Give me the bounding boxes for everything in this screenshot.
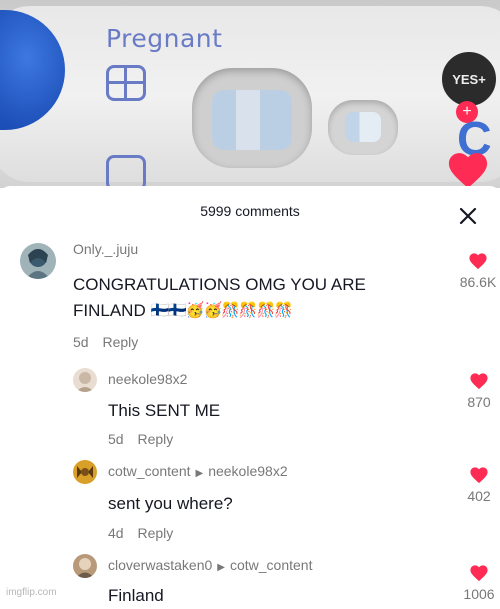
like-button[interactable]: 1006 xyxy=(449,564,500,602)
comment-emojis: 🇫🇮🇫🇮🥳🥳🎊🎊🎊🎊 xyxy=(150,302,292,319)
like-count: 402 xyxy=(467,488,491,504)
comment-text-line1: CONGRATULATIONS OMG YOU ARE xyxy=(73,275,366,294)
result-window xyxy=(192,68,312,168)
comments-count-title: 5999 comments xyxy=(200,203,300,219)
like-heart-icon[interactable] xyxy=(446,150,490,188)
heart-icon xyxy=(470,373,488,390)
video-background: Pregnant YES+ + C xyxy=(0,0,500,188)
comment-text-word: FINLAND xyxy=(73,301,146,320)
reply-to-user[interactable]: neekole98x2 xyxy=(208,463,287,479)
reply-to-user[interactable]: cotw_content xyxy=(230,557,313,573)
like-count: 1006 xyxy=(463,586,495,602)
avatar[interactable] xyxy=(20,243,56,279)
comment-meta: 5d Reply xyxy=(73,334,138,350)
comment-age: 5d xyxy=(73,334,89,350)
reply-button[interactable]: Reply xyxy=(137,525,173,541)
minus-symbol-icon xyxy=(106,155,146,188)
avatar[interactable] xyxy=(73,368,97,392)
reply-button[interactable]: Reply xyxy=(102,334,138,350)
comment-age: 5d xyxy=(108,431,124,447)
creator-avatar-text: YES+ xyxy=(452,71,486,87)
comment-username: cloverwastaken0 ▶ cotw_content xyxy=(108,557,312,573)
comment-age: 4d xyxy=(108,525,124,541)
creator-avatar[interactable]: YES+ xyxy=(440,50,498,108)
avatar[interactable] xyxy=(73,554,97,578)
comment-username[interactable]: neekole98x2 xyxy=(108,371,187,387)
comment-username[interactable]: Only._.juju xyxy=(73,241,138,257)
comment-author[interactable]: cloverwastaken0 xyxy=(108,557,212,573)
control-window xyxy=(328,100,398,155)
avatar[interactable] xyxy=(73,460,97,484)
reply-button[interactable]: Reply xyxy=(137,431,173,447)
comment-text: This SENT ME xyxy=(108,401,221,420)
like-count: 86.6K xyxy=(459,274,497,290)
comment-text: sent you where? xyxy=(108,494,233,513)
comment-item: cotw_content ▶ neekole98x2 sent you where?… xyxy=(0,458,500,548)
comment-meta: 4d Reply xyxy=(108,525,173,541)
close-icon[interactable] xyxy=(456,204,480,228)
reply-arrow-icon: ▶ xyxy=(195,468,204,479)
comment-author[interactable]: cotw_content xyxy=(108,463,191,479)
heart-icon xyxy=(470,467,488,484)
pregnancy-test-label: Pregnant xyxy=(106,24,223,53)
like-button[interactable]: 402 xyxy=(449,466,500,504)
like-button[interactable]: 870 xyxy=(449,372,500,410)
heart-icon xyxy=(470,565,488,582)
like-button[interactable]: 86.6K xyxy=(448,252,500,290)
reply-arrow-icon: ▶ xyxy=(217,562,225,573)
comment-item: neekole98x2 This SENT ME 5d Reply 870 xyxy=(0,366,500,456)
plus-symbol-icon xyxy=(106,65,146,101)
comment-text-line2: FINLAND 🇫🇮🇫🇮🥳🥳🎊🎊🎊🎊 xyxy=(73,298,293,324)
comment-meta: 5d Reply xyxy=(108,431,173,447)
comments-sheet: 5999 comments Only._.juju CONGRATULATION… xyxy=(0,186,500,605)
heart-icon xyxy=(469,253,487,270)
comment-text: Finland xyxy=(108,586,164,605)
comment-username: cotw_content ▶ neekole98x2 xyxy=(108,463,288,479)
watermark: imgflip.com xyxy=(6,587,57,598)
comment-item: cloverwastaken0 ▶ cotw_content Finland 100… xyxy=(0,552,500,605)
comment-item: Only._.juju CONGRATULATIONS OMG YOU ARE … xyxy=(0,238,500,358)
like-count: 870 xyxy=(467,394,491,410)
